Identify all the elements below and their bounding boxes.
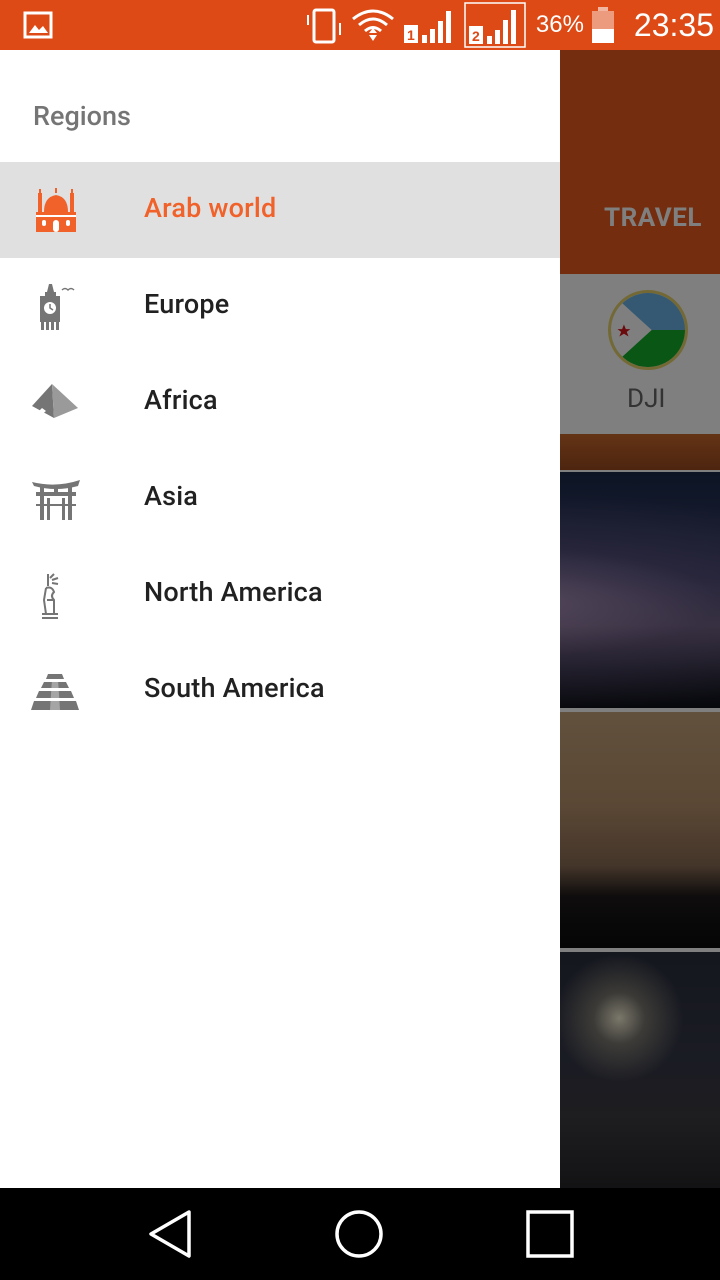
drawer-item-arab-world[interactable]: Arab world: [0, 162, 560, 258]
drawer-item-label: Africa: [144, 384, 218, 416]
regions-list: Arab world Europe Africa Asia North Amer…: [0, 162, 560, 738]
battery-icon: [591, 7, 614, 43]
drawer-item-asia[interactable]: Asia: [0, 450, 560, 546]
sim2-signal-icon: 2: [464, 2, 526, 48]
drawer-item-europe[interactable]: Europe: [0, 258, 560, 354]
drawer-item-africa[interactable]: Africa: [0, 354, 560, 450]
drawer-item-label: Europe: [144, 288, 230, 320]
drawer-item-label: Arab world: [144, 192, 277, 224]
drawer-header: Regions: [33, 100, 131, 132]
gallery-notification-icon: [23, 11, 53, 39]
recents-icon[interactable]: [524, 1208, 576, 1260]
back-icon[interactable]: [145, 1208, 197, 1260]
mosque-icon: [30, 186, 82, 236]
navigation-drawer: Regions Arab world Europe Africa Asia No…: [0, 50, 560, 1188]
svg-text:2: 2: [472, 28, 480, 44]
drawer-item-south-america[interactable]: South America: [0, 642, 560, 738]
clock: 23:35: [633, 6, 714, 43]
sim1-signal-icon: 1: [403, 11, 451, 43]
wifi-icon: [351, 9, 394, 41]
torii-gate-icon: [30, 474, 82, 524]
drawer-item-north-america[interactable]: North America: [0, 546, 560, 642]
status-bar: 1 2 36% 23:35: [0, 0, 720, 50]
drawer-item-label: South America: [144, 672, 325, 704]
home-icon[interactable]: [333, 1208, 385, 1260]
system-navigation-bar: [0, 1188, 720, 1280]
vibrate-icon: [306, 8, 341, 44]
drawer-item-label: North America: [144, 576, 323, 608]
big-ben-icon: [30, 282, 82, 332]
battery-percent: 36%: [535, 11, 584, 38]
statue-of-liberty-icon: [30, 570, 82, 620]
drawer-item-label: Asia: [144, 480, 199, 512]
pyramid-icon: [30, 378, 82, 428]
svg-text:1: 1: [407, 27, 415, 43]
mayan-pyramid-icon: [30, 666, 82, 716]
